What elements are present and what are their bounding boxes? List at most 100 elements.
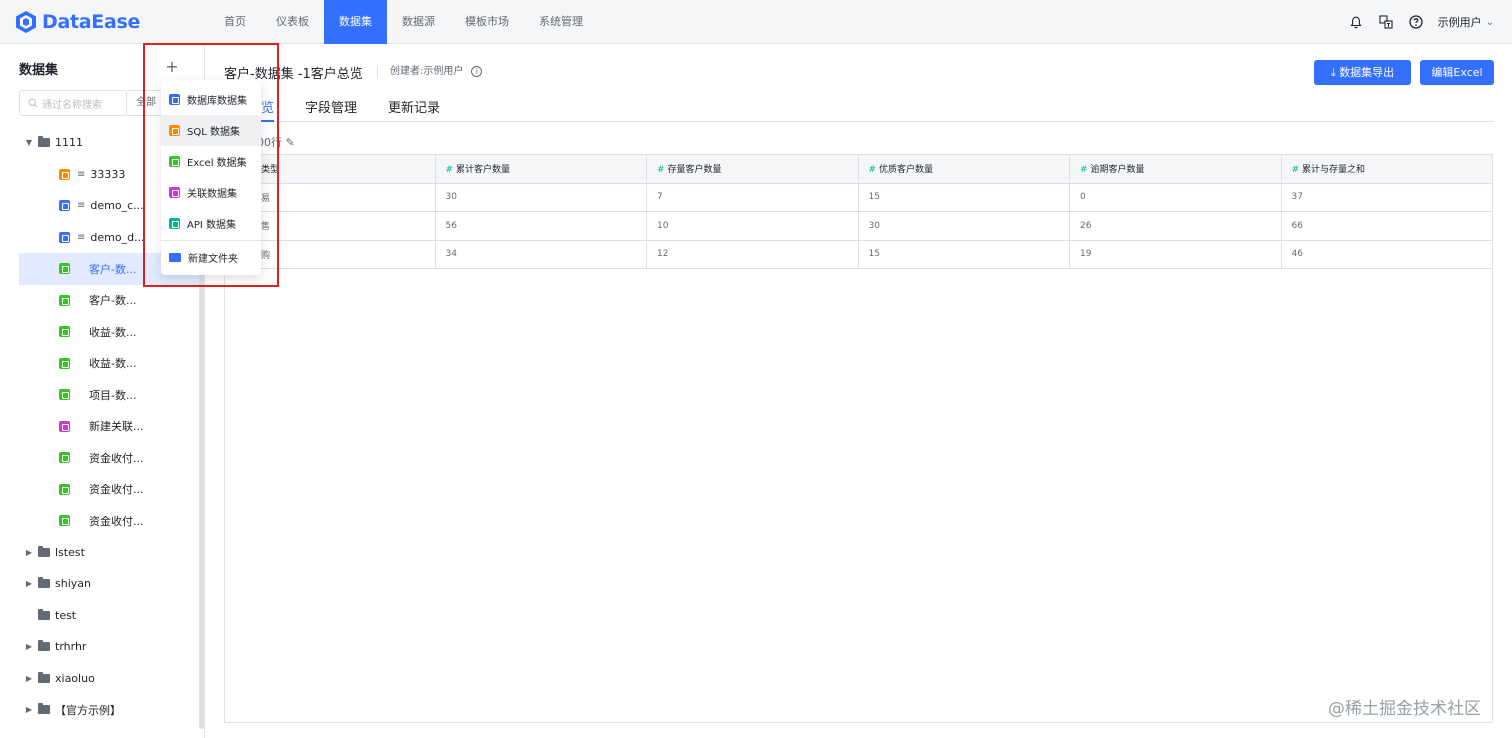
sql-mode-icon: ≡: [77, 200, 86, 212]
sql-dataset-icon: [59, 168, 70, 180]
tree-label: trhrhr: [55, 640, 87, 654]
tree-item[interactable]: 收益-数...: [0, 316, 200, 348]
logo-text: DataEase: [42, 10, 141, 33]
nav-datasource[interactable]: 数据源: [387, 0, 450, 44]
tree-folder[interactable]: test: [0, 600, 200, 632]
nav-dashboard[interactable]: 仪表板: [261, 0, 324, 44]
tree-label: 【官方示例】: [55, 703, 121, 717]
database-dataset-icon: [59, 200, 70, 212]
tree-label: 收益-数...: [89, 325, 137, 339]
info-icon[interactable]: i: [471, 65, 483, 77]
menu-item-excel-dataset[interactable]: Excel 数据集: [161, 146, 261, 177]
tree-folder[interactable]: ▶ xiaoluo: [0, 663, 200, 695]
export-dataset-button[interactable]: ⤓ 数据集导出: [1314, 60, 1411, 85]
edit-icon[interactable]: ✎: [286, 136, 295, 149]
number-type-icon: #: [657, 165, 665, 176]
column-header[interactable]: # 存量客户数量: [646, 155, 859, 184]
table-cell: 66: [1281, 211, 1493, 241]
table-cell: 19: [1069, 240, 1282, 269]
tab-update-records[interactable]: 更新记录: [388, 97, 440, 122]
sidebar-title: 数据集: [19, 63, 59, 78]
column-header[interactable]: # 累计客户数量: [435, 155, 647, 184]
table-cell: 56: [435, 211, 647, 241]
number-type-icon: #: [1080, 165, 1088, 176]
table-cell: 7: [646, 183, 859, 212]
watermark: @稀土掘金技术社区: [1328, 699, 1481, 719]
excel-dataset-icon: [59, 452, 70, 464]
column-header[interactable]: # 逾期客户数量: [1069, 155, 1282, 184]
tree-label: 33333: [90, 167, 126, 181]
download-icon: ⤓: [1330, 66, 1336, 79]
tree-folder[interactable]: ▶ trhrhr: [0, 631, 200, 663]
tree-item[interactable]: 新建关联...: [0, 411, 200, 443]
nav-dataset[interactable]: 数据集: [324, 0, 387, 44]
excel-dataset-icon: [59, 326, 70, 338]
chevron-down-icon: ⌄: [1485, 16, 1494, 28]
preview-table: 类型 # 累计客户数量 # 存量客户数量 # 优质客户数量 # 逾期客户数量 # 累计与存…: [224, 154, 1493, 723]
column-header[interactable]: # 优质客户数量: [858, 155, 1070, 184]
tree-label: demo_c...: [90, 199, 144, 213]
tree-label: 1111: [55, 136, 83, 150]
menu-item-sql-dataset[interactable]: SQL 数据集: [161, 115, 261, 146]
tree-label: 资金收付...: [89, 451, 144, 465]
logo[interactable]: DataEase: [14, 10, 209, 34]
menu-item-new-folder[interactable]: 新建文件夹: [161, 242, 261, 273]
tree-label: test: [55, 608, 77, 622]
edit-excel-button[interactable]: 编辑Excel: [1420, 60, 1494, 85]
tree-item[interactable]: 资金收付...: [0, 505, 200, 537]
sql-mode-icon: ≡: [77, 231, 86, 243]
table-cell: 26: [1069, 211, 1282, 241]
tree-item[interactable]: 客户-数...: [0, 285, 200, 317]
menu-item-api-dataset[interactable]: API 数据集: [161, 208, 261, 239]
table-cell: 10: [646, 211, 859, 241]
help-icon[interactable]: [1408, 14, 1424, 30]
user-menu[interactable]: 示例用户 ⌄: [1438, 14, 1494, 30]
caret-right-icon[interactable]: ▶: [24, 548, 34, 557]
table-cell: 46: [1281, 240, 1493, 269]
nav-system-admin[interactable]: 系统管理: [524, 0, 598, 44]
tab-field-management[interactable]: 字段管理: [305, 97, 357, 122]
nav-template-market[interactable]: 模板市场: [450, 0, 524, 44]
tree-folder[interactable]: ▶ 【官方示例】: [0, 694, 200, 726]
folder-icon: [38, 545, 50, 557]
menu-item-union-dataset[interactable]: 关联数据集: [161, 177, 261, 208]
search-input[interactable]: 通过名称搜索: [19, 90, 127, 116]
dataset-tabs: 览 字段管理 更新记录: [224, 97, 1494, 122]
number-type-icon: #: [868, 165, 877, 176]
translate-icon[interactable]: [1378, 14, 1394, 30]
top-right-tools: 示例用户 ⌄: [1348, 0, 1512, 44]
tree-item[interactable]: 资金收付...: [0, 474, 200, 506]
tree-label: 客户-数...: [89, 294, 137, 308]
tree-item[interactable]: 项目-数...: [0, 379, 200, 411]
excel-dataset-icon: [59, 294, 70, 306]
tree-folder[interactable]: ▶ lstest: [0, 537, 200, 569]
folder-icon: [38, 608, 50, 620]
folder-icon: [38, 703, 50, 715]
caret-right-icon[interactable]: ▶: [24, 705, 34, 714]
excel-dataset-icon: [59, 515, 70, 527]
user-name: 示例用户: [1437, 16, 1482, 29]
caret-right-icon[interactable]: ▶: [24, 579, 34, 588]
excel-dataset-icon: [59, 263, 70, 275]
bell-icon[interactable]: [1348, 14, 1364, 30]
union-dataset-icon: [169, 187, 180, 198]
menu-item-database-dataset[interactable]: 数据库数据集: [161, 84, 261, 115]
nav-home[interactable]: 首页: [209, 0, 261, 44]
tree-label: 客户-数...: [89, 262, 137, 276]
tree-item[interactable]: 收益-数...: [0, 348, 200, 380]
menu-divider: [161, 240, 261, 241]
search-icon: [28, 98, 38, 108]
table-header-row: 类型 # 累计客户数量 # 存量客户数量 # 优质客户数量 # 逾期客户数量 # 累计与存…: [225, 155, 1493, 184]
search-placeholder: 通过名称搜索: [42, 99, 102, 111]
api-dataset-icon: [169, 218, 180, 229]
tree-item[interactable]: 资金收付...: [0, 442, 200, 474]
tree-label: 收益-数...: [89, 357, 137, 371]
caret-right-icon[interactable]: ▶: [24, 674, 34, 683]
tree-folder[interactable]: ▶ shiyan: [0, 568, 200, 600]
table-cell: 15: [858, 183, 1070, 212]
caret-right-icon[interactable]: ▶: [24, 642, 34, 651]
union-dataset-icon: [59, 420, 70, 432]
column-header[interactable]: # 累计与存量之和: [1281, 155, 1493, 184]
top-bar: DataEase 首页 仪表板 数据集 数据源 模板市场 系统管理 示例用户 ⌄: [0, 0, 1512, 44]
caret-down-icon[interactable]: ▼: [24, 138, 34, 147]
